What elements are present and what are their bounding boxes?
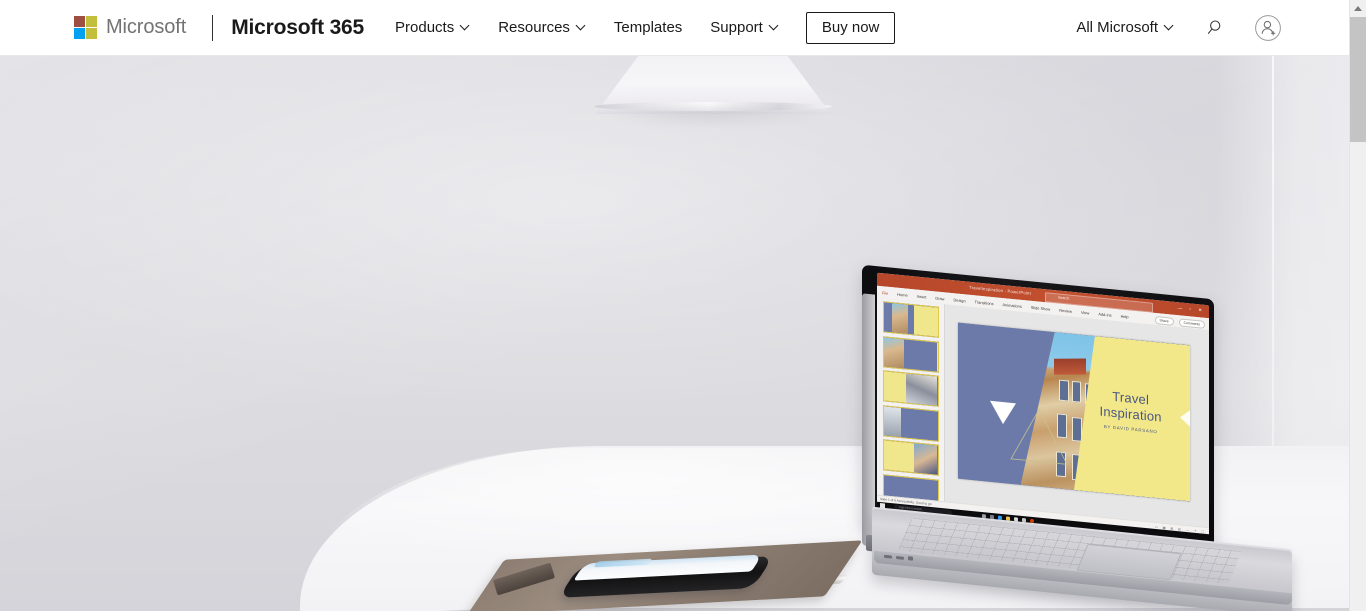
ribbon-tab-animations[interactable]: Animations — [1003, 302, 1022, 309]
slide-thumbnail[interactable] — [882, 370, 939, 407]
ribbon-tab-slide-show[interactable]: Slide Show — [1031, 304, 1050, 311]
hero-image: TravelInspiration - PowerPoint Search — … — [0, 56, 1350, 611]
chevron-down-icon — [770, 22, 779, 31]
person-add-icon — [1255, 14, 1281, 41]
slide-thumbnail[interactable] — [882, 301, 939, 338]
slide-thumbnail[interactable] — [882, 405, 939, 442]
ribbon-tab-file[interactable]: File — [882, 290, 888, 296]
slide-thumbnail[interactable] — [882, 335, 939, 373]
chevron-down-icon — [577, 22, 586, 31]
scroll-up-arrow-icon — [1354, 6, 1362, 11]
nav-item-templates[interactable]: Templates — [600, 0, 696, 55]
ribbon-tab-transitions[interactable]: Transitions — [975, 299, 994, 306]
scrollbar-track[interactable] — [1350, 142, 1366, 611]
nav-item-products-label: Products — [395, 19, 455, 36]
nav-item-resources-label: Resources — [498, 19, 570, 36]
primary-nav-links: Products Resources Templates Support Buy… — [381, 0, 896, 55]
account-button[interactable] — [1248, 8, 1288, 48]
slide-triangle-outline — [1010, 408, 1068, 465]
page-root: Microsoft Microsoft 365 Products Resourc… — [0, 0, 1366, 611]
buy-now-button[interactable]: Buy now — [805, 11, 896, 44]
scroll-up-button[interactable] — [1350, 0, 1366, 17]
powerpoint-workspace: Travel Inspiration BY DAVID PARSANO Slid… — [877, 297, 1209, 542]
slide-thumbnail-pane[interactable] — [877, 297, 945, 516]
ribbon-tab-add-ins[interactable]: Add-ins — [1098, 311, 1111, 317]
ribbon-tab-draw[interactable]: Draw — [935, 295, 944, 301]
slide-triangle-white — [990, 400, 1017, 426]
share-button[interactable]: Share — [1154, 315, 1174, 326]
nav-item-resources[interactable]: Resources — [484, 0, 600, 55]
current-slide[interactable]: Travel Inspiration BY DAVID PARSANO — [958, 322, 1190, 502]
brand-title-microsoft-365[interactable]: Microsoft 365 — [231, 16, 364, 40]
nav-item-templates-label: Templates — [613, 19, 683, 36]
nav-item-products[interactable]: Products — [381, 0, 484, 55]
powerpoint-title-text: TravelInspiration - PowerPoint — [969, 284, 1031, 296]
microsoft-logo-icon — [74, 16, 97, 39]
ribbon-tab-review[interactable]: Review — [1059, 307, 1072, 313]
ribbon-tab-help[interactable]: Help — [1121, 313, 1129, 319]
ribbon-tab-view[interactable]: View — [1081, 309, 1089, 315]
chevron-down-icon — [1165, 22, 1174, 31]
scrollbar-thumb[interactable] — [1350, 17, 1366, 142]
nav-item-support-label: Support — [710, 19, 763, 36]
pendant-lamp-shadow — [600, 108, 826, 128]
search-icon — [1207, 19, 1221, 34]
ribbon-tab-insert[interactable]: Insert — [917, 293, 927, 299]
microsoft-wordmark: Microsoft — [106, 16, 187, 38]
ribbon-tab-home[interactable]: Home — [897, 291, 907, 297]
slide-thumbnail[interactable] — [882, 439, 939, 477]
window-controls[interactable]: — ▫ ✕ — [1178, 305, 1205, 314]
nav-right-cluster: All Microsoft — [1066, 0, 1350, 55]
search-button[interactable] — [1196, 8, 1236, 48]
photo-roof — [1054, 358, 1086, 374]
top-navigation-bar: Microsoft Microsoft 365 Products Resourc… — [0, 0, 1350, 56]
chevron-down-icon — [461, 22, 470, 31]
all-microsoft-label: All Microsoft — [1076, 19, 1158, 36]
nav-item-support[interactable]: Support — [696, 0, 793, 55]
all-microsoft-menu[interactable]: All Microsoft — [1066, 19, 1184, 36]
ribbon-tab-design[interactable]: Design — [954, 297, 966, 303]
nav-divider — [212, 14, 214, 41]
page-scrollbar[interactable] — [1349, 0, 1366, 611]
powerpoint-search-placeholder: Search — [1058, 295, 1070, 301]
microsoft-logo-link[interactable]: Microsoft — [74, 0, 186, 55]
